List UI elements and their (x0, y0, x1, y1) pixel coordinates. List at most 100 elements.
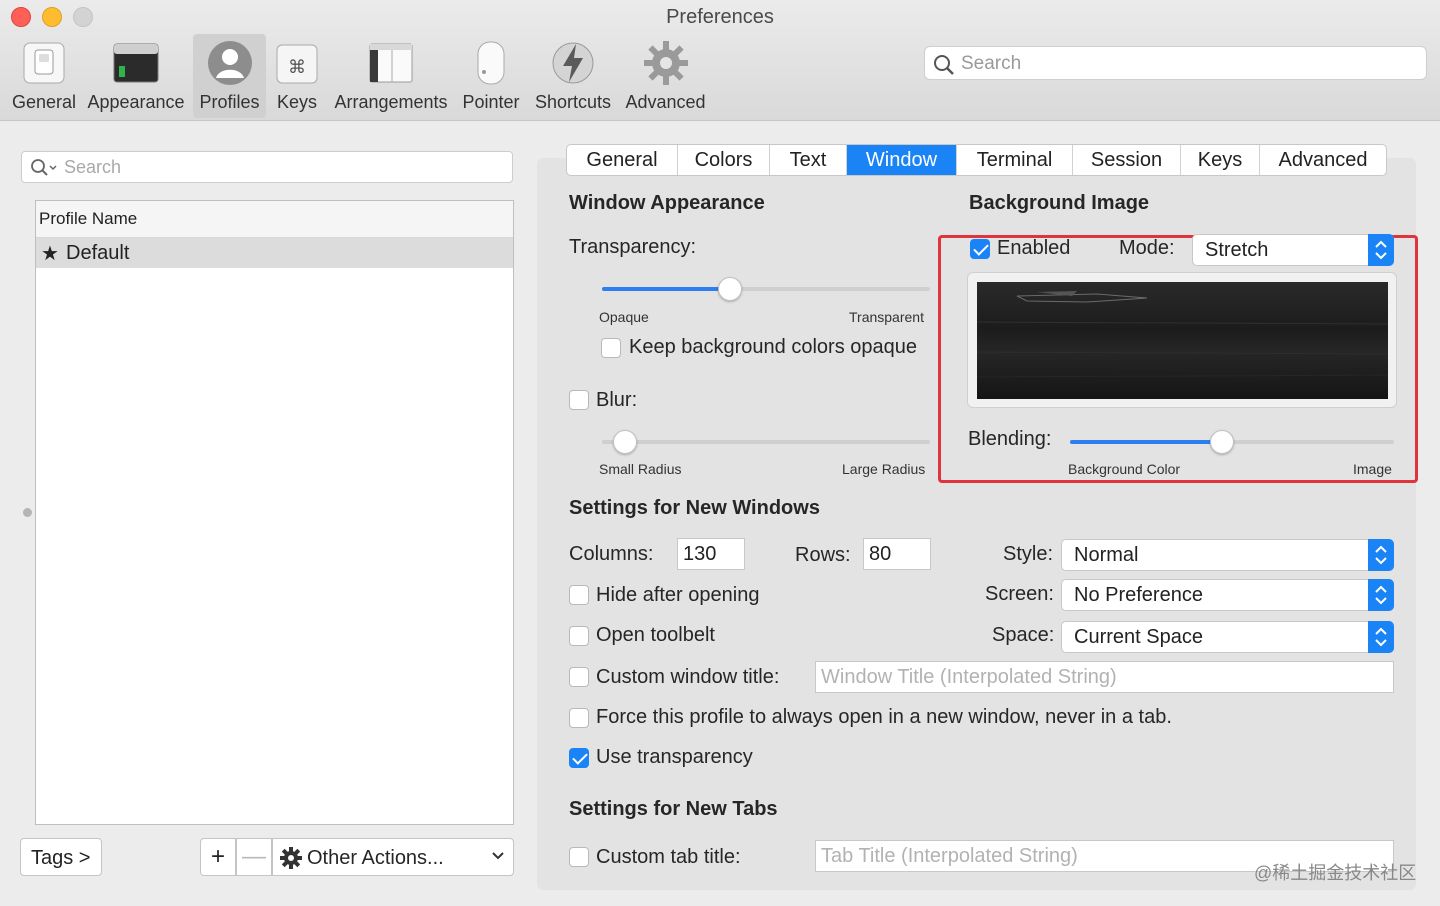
add-profile-button[interactable]: + (200, 838, 236, 876)
toolbar-general[interactable]: General (8, 34, 80, 118)
custom-window-title-checkbox[interactable] (569, 667, 589, 687)
toolbar-label: Advanced (625, 92, 706, 112)
profile-tabs: General Colors Text Window Terminal Sess… (566, 144, 1387, 176)
columns-label: Columns: (569, 543, 654, 565)
hide-after-opening-checkbox[interactable] (569, 585, 589, 605)
popup-arrows-icon (1368, 579, 1394, 611)
tab-keys[interactable]: Keys (1181, 145, 1260, 175)
keys-command-icon: ⌘ (276, 44, 318, 84)
slider-knob[interactable] (612, 430, 637, 454)
space-popup[interactable]: Current Space (1061, 621, 1394, 653)
use-transparency-checkbox[interactable] (569, 748, 589, 768)
toolbar-pointer[interactable]: Pointer (459, 34, 523, 118)
profile-table: Profile Name ★ Default (35, 200, 514, 825)
remove-profile-button[interactable]: — (236, 838, 272, 876)
screen-popup[interactable]: No Preference (1061, 579, 1394, 611)
tab-session[interactable]: Session (1073, 145, 1181, 175)
columns-value: 130 (683, 543, 717, 565)
search-icon (934, 55, 954, 75)
transparency-slider[interactable] (602, 277, 930, 301)
toolbar-label: General (11, 92, 77, 112)
toolbar-label: Profiles (199, 92, 260, 112)
window-title-field[interactable]: Window Title (Interpolated String) (815, 661, 1394, 693)
popup-arrows-icon (1368, 539, 1394, 571)
split-view-handle[interactable] (23, 508, 32, 517)
arrangements-windows-icon (369, 43, 413, 83)
blending-max-label: Image (1353, 461, 1392, 477)
tab-terminal[interactable]: Terminal (957, 145, 1073, 175)
popup-arrows-icon (1368, 234, 1394, 266)
blur-checkbox[interactable] (569, 390, 589, 410)
keep-bg-opaque-checkbox[interactable] (601, 338, 621, 358)
toolbar-label: Arrangements (334, 92, 448, 112)
custom-tab-title-label: Custom tab title: (596, 846, 741, 868)
mode-label: Mode: (1119, 237, 1175, 259)
toolbar-label: Pointer (462, 92, 520, 112)
style-popup[interactable]: Normal (1061, 539, 1394, 571)
mode-popup[interactable]: Stretch (1192, 234, 1394, 266)
columns-field[interactable]: 130 (677, 538, 745, 570)
background-image-well[interactable] (967, 272, 1397, 408)
toolbar-arrangements[interactable]: Arrangements (332, 34, 450, 118)
popup-arrows-icon (1368, 621, 1394, 653)
shortcuts-bolt-icon (552, 42, 594, 84)
blending-min-label: Background Color (1068, 461, 1181, 477)
custom-tab-title-checkbox[interactable] (569, 847, 589, 867)
search-placeholder: Search (961, 53, 1022, 74)
screen-label: Screen: (985, 583, 1054, 605)
toolbar-label: Shortcuts (534, 92, 612, 112)
preferences-search-field[interactable]: Search (924, 46, 1427, 80)
watermark: @稀土掘金技术社区 (1254, 863, 1417, 883)
tags-button[interactable]: Tags > (20, 838, 102, 876)
remove-icon: — (242, 843, 266, 870)
background-image-preview (976, 282, 1389, 399)
other-actions-button[interactable]: Other Actions... (272, 838, 514, 876)
blur-slider[interactable] (602, 430, 930, 454)
bg-image-enabled-checkbox[interactable] (970, 239, 990, 259)
force-new-window-checkbox[interactable] (569, 708, 589, 728)
window-titlebar: Preferences General Appearance Profiles … (0, 0, 1440, 121)
tab-window[interactable]: Window (847, 145, 957, 175)
pointer-mouse-icon (477, 41, 505, 85)
toolbar-label: Keys (276, 92, 318, 112)
slider-knob[interactable] (717, 277, 742, 301)
profile-search-field[interactable]: Search (21, 151, 513, 183)
tab-general[interactable]: General (567, 145, 678, 175)
other-actions-label: Other Actions... (307, 847, 444, 869)
toolbar-keys[interactable]: ⌘ Keys (271, 34, 323, 118)
tab-colors[interactable]: Colors (678, 145, 770, 175)
column-header-label: Profile Name (39, 209, 138, 228)
tab-advanced[interactable]: Advanced (1260, 145, 1386, 175)
add-icon: + (210, 843, 225, 870)
window-title-placeholder: Window Title (Interpolated String) (821, 666, 1117, 688)
transparency-min-label: Opaque (599, 309, 649, 325)
background-image-title: Background Image (969, 192, 1150, 214)
open-toolbelt-checkbox[interactable] (569, 626, 589, 646)
profile-row-default[interactable]: ★ Default (36, 238, 513, 268)
window-title: Preferences (666, 6, 774, 28)
blending-label: Blending: (968, 428, 1052, 450)
toolbar-shortcuts[interactable]: Shortcuts (531, 34, 615, 118)
profile-name-column-header[interactable]: Profile Name (36, 201, 513, 238)
slider-fill (602, 287, 730, 291)
blending-slider[interactable] (1070, 430, 1394, 454)
screen-value: No Preference (1074, 584, 1203, 606)
space-value: Current Space (1074, 626, 1203, 648)
bg-image-enabled-label: Enabled (997, 237, 1071, 259)
rows-field[interactable]: 80 (863, 538, 931, 570)
general-switch-icon (23, 42, 65, 84)
toolbar-advanced[interactable]: Advanced (622, 34, 709, 118)
style-value: Normal (1074, 544, 1139, 566)
tags-button-label: Tags > (31, 847, 91, 869)
tab-text[interactable]: Text (770, 145, 847, 175)
toolbar-profiles[interactable]: Profiles (193, 34, 266, 118)
style-label: Style: (1003, 543, 1054, 565)
tab-title-placeholder: Tab Title (Interpolated String) (821, 845, 1078, 867)
search-icon (31, 159, 57, 176)
use-transparency-label: Use transparency (596, 746, 753, 768)
hide-after-opening-label: Hide after opening (596, 584, 760, 606)
rows-value: 80 (869, 543, 892, 565)
toolbar-label: Appearance (87, 92, 185, 112)
svg-text:⌘: ⌘ (288, 57, 306, 78)
toolbar-appearance[interactable]: Appearance (84, 34, 188, 118)
